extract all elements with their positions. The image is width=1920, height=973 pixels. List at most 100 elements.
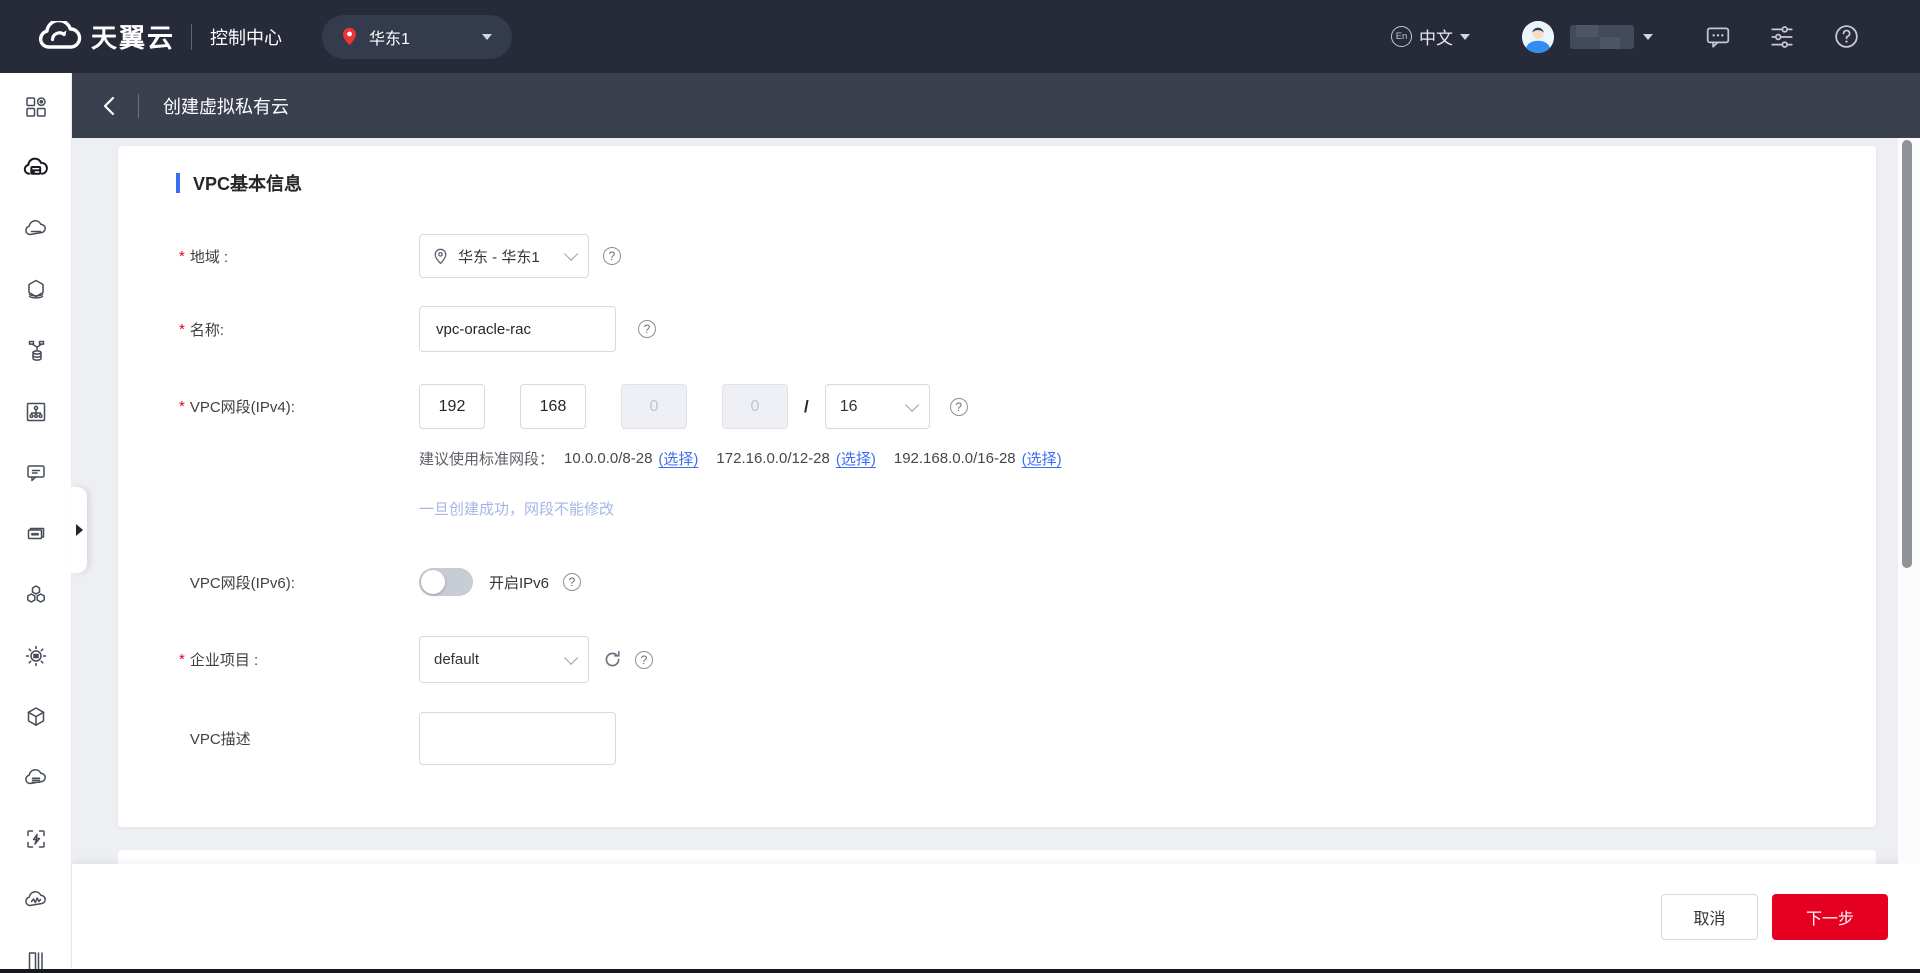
cidr-option-value: 172.16.0.0/12-28 [716, 450, 830, 467]
project-select[interactable]: default [419, 636, 589, 683]
description-label: * VPC描述 [189, 731, 251, 748]
settings-sliders-icon[interactable] [1769, 24, 1795, 50]
prefix-select[interactable]: 16 [824, 384, 930, 429]
username-redacted [1570, 24, 1634, 49]
back-button[interactable] [102, 95, 116, 117]
sidebar-item-topology-icon[interactable] [0, 381, 71, 442]
scrollbar-track[interactable] [1898, 138, 1920, 864]
project-select-value: default [434, 651, 480, 668]
help-circle-icon[interactable] [1833, 23, 1860, 50]
console-center-link[interactable]: 控制中心 [210, 24, 282, 50]
sidebar-expander[interactable] [71, 487, 87, 573]
ipv6-row: * VPC网段(IPv6): 开启IPv6 ? [179, 568, 582, 596]
scrollbar-thumb[interactable] [1902, 140, 1912, 568]
project-help-icon[interactable]: ? [635, 650, 653, 669]
vpc-name-input[interactable] [419, 306, 616, 352]
region-label: * 地域 : [179, 247, 229, 266]
cloud-logo-icon [36, 21, 82, 52]
language-selector[interactable]: En 中文 [1391, 24, 1470, 49]
region-select[interactable]: 华东 - 华东1 [419, 234, 589, 278]
chevron-down-icon [564, 246, 579, 261]
sidebar [0, 73, 72, 973]
next-step-button[interactable]: 下一步 [1772, 893, 1888, 940]
region-selector[interactable]: 华东1 [322, 14, 513, 59]
octet-4-input [722, 384, 788, 429]
description-row: * VPC描述 [179, 712, 616, 765]
name-help-icon[interactable]: ? [638, 320, 656, 338]
chevron-down-icon [1460, 33, 1470, 40]
avatar[interactable] [1522, 20, 1554, 53]
section-title-text: VPC基本信息 [193, 174, 303, 194]
sidebar-item-message-icon[interactable] [0, 442, 71, 503]
cidr-option-select-link[interactable]: (选择) [836, 448, 876, 469]
brand-logo[interactable]: 天翼云 [36, 18, 175, 55]
user-menu-caret-icon [1643, 33, 1653, 40]
sidebar-item-database-cluster-icon[interactable] [0, 320, 71, 381]
cidr-hint-intro: 建议使用标准网段： [419, 451, 555, 468]
footer-bar: 取消 下一步 [72, 864, 1920, 969]
cancel-button[interactable]: 取消 [1661, 893, 1758, 940]
chevron-down-icon [904, 397, 919, 412]
name-row: * 名称: ? [179, 306, 656, 352]
sidebar-item-cloud-storage-icon[interactable] [0, 198, 71, 259]
ipv4-label: * VPC网段(IPv4): [179, 398, 295, 416]
header-divider [138, 93, 139, 118]
region-value: 华东1 [369, 30, 410, 48]
sidebar-item-cube-icon[interactable] [0, 686, 71, 747]
ipv6-toggle-label: 开启IPv6 [489, 574, 550, 592]
location-pin-icon [434, 248, 447, 265]
location-pin-icon [342, 27, 357, 46]
topbar-divider [191, 23, 193, 50]
page-header: 创建虚拟私有云 [72, 73, 1920, 138]
ipv6-label: * VPC网段(IPv6): [189, 574, 295, 592]
sidebar-item-cloud-monitor-icon[interactable] [0, 869, 71, 930]
sidebar-item-cloud-host-icon[interactable] [0, 137, 71, 198]
chevron-down-icon [564, 650, 579, 665]
sidebar-item-card-more-icon[interactable] [0, 503, 71, 564]
sidebar-item-columns-icon[interactable] [0, 930, 71, 973]
sidebar-item-dashboard-icon[interactable] [0, 76, 71, 137]
project-row: * 企业项目 : default ? [179, 636, 653, 683]
page-title: 创建虚拟私有云 [163, 96, 289, 117]
cidr-option-select-link[interactable]: (选择) [658, 448, 698, 469]
project-label: * 企业项目 : [179, 651, 259, 669]
cidr-option-select-link[interactable]: (选择) [1022, 448, 1062, 469]
octet-1-input[interactable] [419, 384, 485, 429]
ipv6-help-icon[interactable]: ? [563, 573, 582, 591]
language-value: 中文 [1419, 29, 1453, 48]
expand-arrow-icon [75, 524, 83, 536]
refresh-icon[interactable] [603, 650, 622, 669]
language-badge-icon: En [1391, 26, 1412, 47]
vpc-basic-info-card: VPC基本信息 * 地域 : 华东 - 华东1 ? * 名称: vpc-orac… [118, 146, 1876, 827]
ipv6-toggle[interactable] [419, 568, 473, 596]
sidebar-item-frame-flash-icon[interactable] [0, 808, 71, 869]
cidr-option-value: 10.0.0.0/8-28 [564, 450, 653, 467]
user-menu[interactable] [1570, 24, 1653, 49]
sidebar-item-cloud-lines-icon[interactable] [0, 747, 71, 808]
required-mark: * [179, 247, 185, 265]
ipv4-cidr-row: * VPC网段(IPv4): / 16 ? [179, 384, 968, 429]
section-title: VPC基本信息 [176, 170, 302, 196]
cidr-hint-row: 建议使用标准网段： 10.0.0.0/8-28 (选择) 172.16.0.0/… [179, 448, 1080, 469]
section-title-bar [176, 173, 180, 193]
cidr-slash: / [804, 396, 809, 416]
prefix-value: 16 [839, 397, 858, 415]
octet-2-input[interactable] [520, 384, 586, 429]
sidebar-item-network-hub-icon[interactable] [0, 625, 71, 686]
feedback-message-icon[interactable] [1705, 24, 1731, 50]
vpc-description-textarea[interactable] [419, 712, 616, 765]
sidebar-item-hexagon-cluster-icon[interactable] [0, 564, 71, 625]
chevron-down-icon [482, 33, 493, 40]
region-help-icon[interactable]: ? [603, 247, 621, 265]
cidr-warning-text: 一旦创建成功，网段不能修改 [419, 501, 615, 518]
sidebar-item-hexagon-stack-icon[interactable] [0, 259, 71, 320]
octet-3-input [621, 384, 687, 429]
ipv4-help-icon[interactable]: ? [949, 397, 968, 416]
window-bottom-edge [0, 969, 1920, 973]
cidr-option-value: 192.168.0.0/16-28 [893, 450, 1016, 467]
main-content: VPC基本信息 * 地域 : 华东 - 华东1 ? * 名称: vpc-orac… [72, 138, 1920, 973]
topbar: 天翼云 控制中心 华东1 En 中文 [0, 0, 1920, 73]
region-select-value: 华东 - 华东1 [458, 248, 540, 266]
cidr-warning-row: 一旦创建成功，网段不能修改 [179, 498, 614, 519]
name-label: * 名称: [179, 320, 225, 339]
